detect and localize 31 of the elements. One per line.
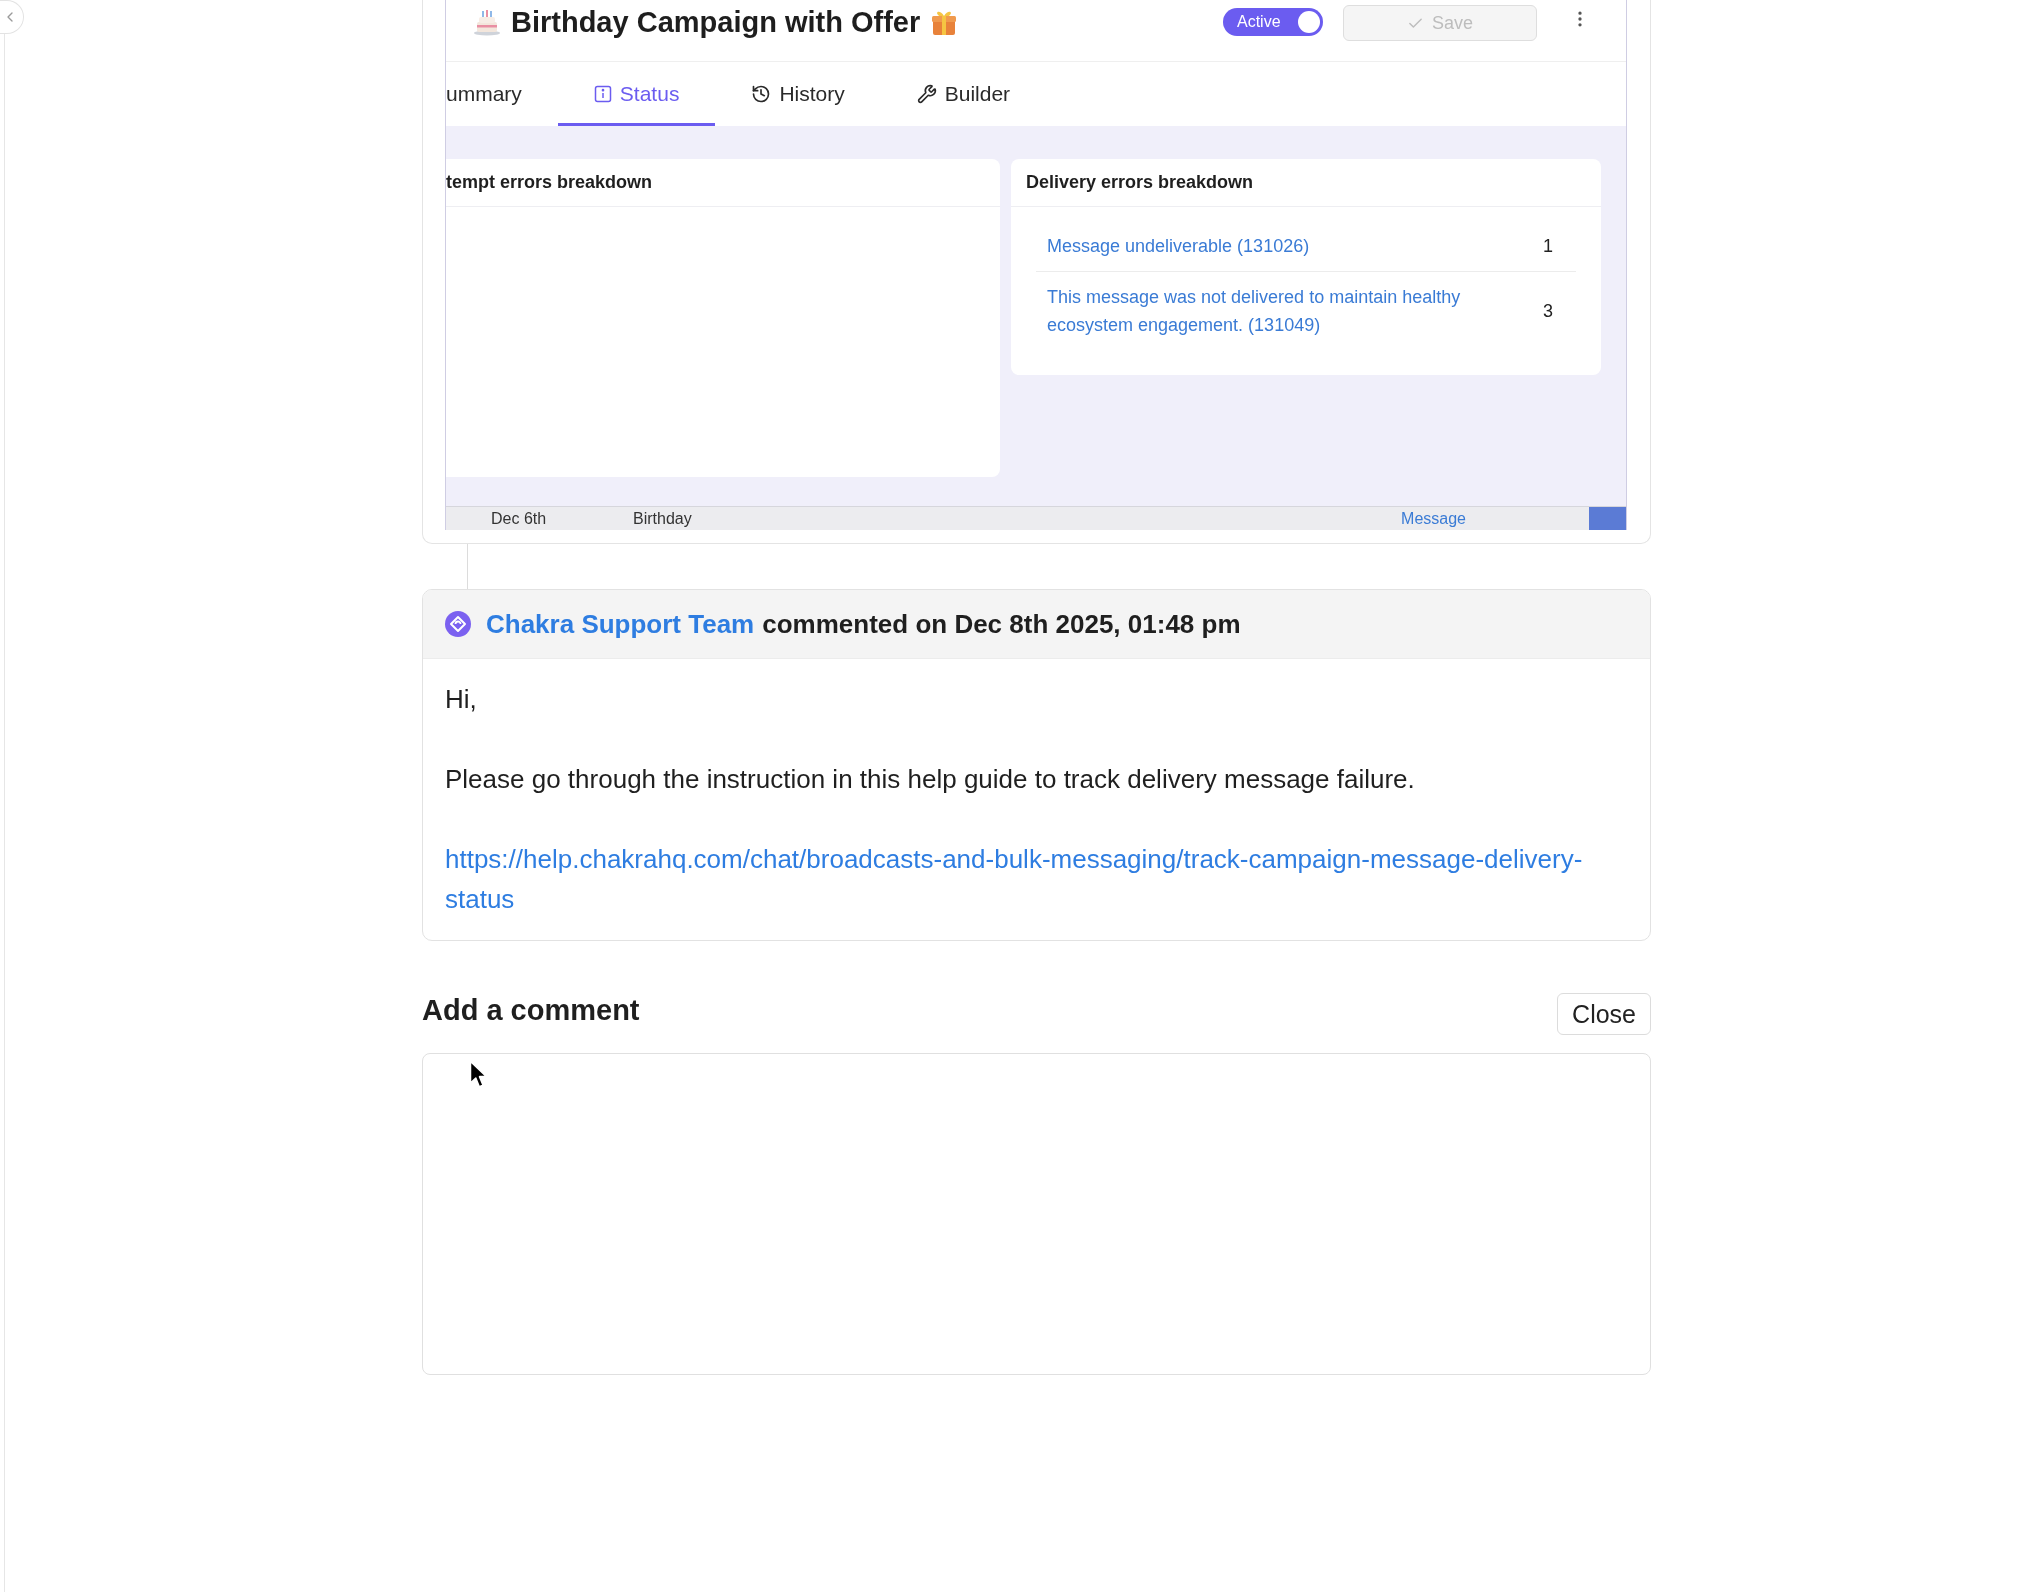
- comment-field[interactable]: [422, 1053, 1651, 1375]
- error-count: 1: [1543, 235, 1553, 257]
- table-cell-text: Dec 6th: [491, 508, 548, 529]
- cursor-icon: [469, 1060, 488, 1089]
- comment-meta: commented on Dec 8th 2025, 01:48 pm: [762, 608, 1241, 640]
- error-link[interactable]: Message undeliverable (131026): [1047, 232, 1310, 260]
- logo-icon: [445, 611, 471, 637]
- error-count: 3: [1543, 300, 1553, 322]
- campaign-title: Birthday Campaign with Offer: [511, 5, 921, 39]
- close-button[interactable]: Close: [1557, 993, 1651, 1035]
- section-heading: Add a comment: [422, 993, 640, 1027]
- comment-text: Hi,: [445, 683, 478, 716]
- history-icon: [751, 84, 772, 104]
- cake-icon: [473, 8, 501, 36]
- toggle-thumb: [1298, 11, 1320, 33]
- panel-title: tempt errors breakdown: [446, 159, 1000, 207]
- info-icon: [593, 85, 612, 103]
- collapse-button[interactable]: [0, 0, 24, 34]
- error-link[interactable]: This message was not delivered to maintain healthy ecosystem engagement. (131049): [1047, 283, 1517, 339]
- partial-button[interactable]: [1589, 507, 1626, 530]
- comment-text: Please go through the instruction in this help guide to track delivery message failure.: [445, 763, 1416, 796]
- tab[interactable]: Builder: [880, 62, 1047, 126]
- panel-title: Delivery errors breakdown: [1011, 159, 1601, 207]
- message-link[interactable]: Message: [1401, 508, 1466, 529]
- tab[interactable]: ummary: [446, 62, 558, 126]
- status-toggle[interactable]: Active: [1223, 8, 1323, 36]
- tab[interactable]: History: [715, 62, 881, 126]
- help-link[interactable]: https://help.chakrahq.com/chat/broadcasts-and-bulk-messaging/track-campaign-message-delivery-status: [445, 839, 1628, 919]
- table-cell: Birthday: [633, 508, 692, 529]
- wrench-icon: [916, 84, 937, 104]
- author-link[interactable]: Chakra Support Team: [486, 608, 755, 640]
